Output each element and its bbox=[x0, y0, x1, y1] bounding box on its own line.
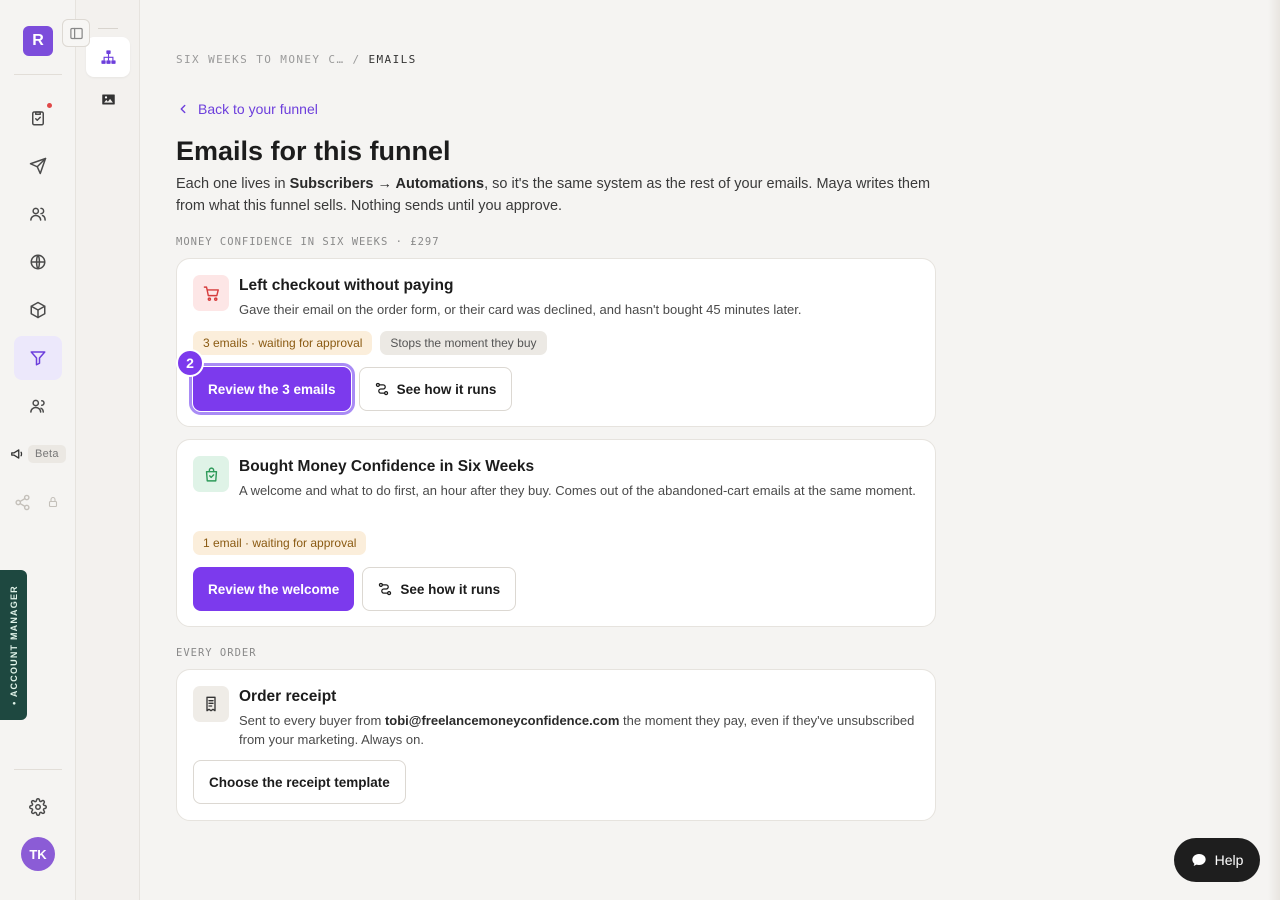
gear-icon bbox=[29, 798, 47, 816]
back-to-funnel-link[interactable]: Back to your funnel bbox=[176, 101, 318, 117]
rail-item-tasks[interactable] bbox=[14, 96, 62, 140]
card-description-text: Sent to every buyer from bbox=[239, 713, 385, 728]
card-icon-wrap bbox=[193, 275, 229, 311]
step-number-badge: 2 bbox=[176, 349, 204, 377]
help-label: Help bbox=[1214, 852, 1244, 868]
breadcrumb-parent[interactable]: SIX WEEKS TO MONEY C… bbox=[176, 53, 344, 66]
megaphone-icon bbox=[11, 449, 23, 459]
users-icon bbox=[30, 207, 46, 221]
see-how-it-runs-button[interactable]: See how it runs bbox=[358, 367, 513, 411]
subnav-item-flow[interactable] bbox=[86, 37, 130, 77]
intro-location: Subscribers → Automations bbox=[289, 176, 485, 192]
choose-receipt-template-button[interactable]: Choose the receipt template bbox=[193, 760, 406, 804]
sidebar-toggle-icon bbox=[69, 27, 83, 39]
rail-item-send[interactable] bbox=[14, 144, 62, 188]
card-actions: Review the 3 emails See how it runs bbox=[189, 363, 513, 415]
brand-logo[interactable]: R bbox=[23, 26, 53, 56]
automation-card-welcome: Bought Money Confidence in Six Weeks A w… bbox=[176, 439, 936, 627]
card-title: Left checkout without paying bbox=[239, 277, 454, 294]
card-description: A welcome and what to do first, an hour … bbox=[239, 483, 916, 498]
subnav-item-media[interactable] bbox=[86, 79, 130, 119]
review-welcome-button[interactable]: Review the welcome bbox=[193, 567, 355, 611]
clipboard-check-icon bbox=[32, 111, 44, 126]
rail-item-funnels[interactable] bbox=[14, 336, 62, 380]
account-manager-label: • ACCOUNT MANAGER bbox=[8, 585, 19, 705]
info-badge: Stops the moment they buy bbox=[380, 331, 547, 355]
see-how-it-runs-label: See how it runs bbox=[396, 381, 497, 397]
image-icon bbox=[101, 94, 115, 104]
route-icon bbox=[379, 582, 392, 596]
page-title: Emails for this funnel bbox=[176, 136, 451, 166]
help-button[interactable]: Help bbox=[1174, 838, 1260, 882]
card-status-pills: 1 email · waiting for approval bbox=[193, 531, 367, 555]
card-description: Sent to every buyer from tobi@freelancem… bbox=[239, 712, 919, 749]
account-manager-tab[interactable]: • ACCOUNT MANAGER bbox=[0, 570, 27, 720]
card-icon-wrap bbox=[193, 456, 229, 492]
card-actions: Review the welcome See how it runs bbox=[193, 567, 517, 611]
section-label: MONEY CONFIDENCE IN SIX WEEKS · £297 bbox=[176, 236, 440, 248]
rail-divider bbox=[14, 769, 62, 770]
subnav-divider bbox=[98, 28, 118, 29]
see-how-it-runs-label: See how it runs bbox=[400, 581, 501, 597]
globe-icon bbox=[30, 254, 46, 270]
people-icon bbox=[30, 399, 45, 413]
receipt-icon bbox=[206, 696, 216, 712]
chevron-left-icon bbox=[180, 104, 186, 114]
lock-icon bbox=[48, 496, 58, 508]
sitemap-icon bbox=[100, 49, 116, 64]
share-icon bbox=[15, 494, 30, 510]
intro-text: Each one lives in bbox=[176, 176, 290, 192]
rail-item-website[interactable] bbox=[14, 240, 62, 284]
rail-item-people[interactable] bbox=[14, 384, 62, 428]
card-icon-wrap bbox=[193, 686, 229, 722]
rail-divider bbox=[14, 74, 62, 75]
notification-dot bbox=[47, 103, 52, 108]
cart-icon bbox=[203, 285, 219, 301]
status-badge: 3 emails · waiting for approval bbox=[193, 331, 373, 355]
package-icon bbox=[30, 301, 46, 319]
back-link-label: Back to your funnel bbox=[198, 101, 318, 117]
rail-item-campaigns[interactable]: Beta bbox=[10, 444, 66, 464]
page-intro: Each one lives in Subscribers → Automati… bbox=[176, 173, 946, 217]
shopping-bag-icon bbox=[205, 466, 217, 482]
funnel-subnav bbox=[76, 0, 140, 900]
left-rail: R Beta • ACCOUNT MANAGER TK bbox=[0, 0, 76, 900]
send-icon bbox=[29, 157, 47, 175]
card-actions: Choose the receipt template bbox=[193, 760, 406, 804]
automation-card-abandoned-cart: Left checkout without paying Gave their … bbox=[176, 258, 936, 427]
route-icon bbox=[375, 382, 388, 396]
see-how-it-runs-button[interactable]: See how it runs bbox=[362, 567, 517, 611]
status-badge: 1 email · waiting for approval bbox=[193, 531, 367, 555]
beta-badge: Beta bbox=[28, 445, 66, 463]
section-label: EVERY ORDER bbox=[176, 647, 257, 659]
card-status-pills: 3 emails · waiting for approval Stops th… bbox=[193, 331, 547, 355]
breadcrumb-current: EMAILS bbox=[368, 53, 417, 66]
chat-bubble-icon bbox=[1191, 854, 1206, 866]
sidebar-toggle-button[interactable] bbox=[62, 19, 90, 47]
card-title: Order receipt bbox=[239, 688, 337, 705]
review-emails-button[interactable]: Review the 3 emails bbox=[189, 363, 355, 415]
avatar[interactable]: TK bbox=[21, 837, 55, 871]
rail-item-audience[interactable] bbox=[14, 192, 62, 236]
rail-item-affiliates bbox=[14, 490, 66, 514]
card-title: Bought Money Confidence in Six Weeks bbox=[239, 458, 535, 475]
funnel-icon bbox=[30, 351, 46, 366]
sender-email: tobi@freelancemoneyconfidence.com bbox=[384, 713, 620, 728]
order-receipt-card: Order receipt Sent to every buyer from t… bbox=[176, 669, 936, 821]
breadcrumb-separator: / bbox=[352, 53, 361, 66]
rail-item-settings[interactable] bbox=[14, 785, 62, 829]
right-edge-shadow bbox=[1268, 0, 1280, 900]
rail-item-products[interactable] bbox=[14, 288, 62, 332]
breadcrumb: SIX WEEKS TO MONEY C… / EMAILS bbox=[176, 53, 417, 66]
card-description: Gave their email on the order form, or t… bbox=[239, 302, 802, 317]
